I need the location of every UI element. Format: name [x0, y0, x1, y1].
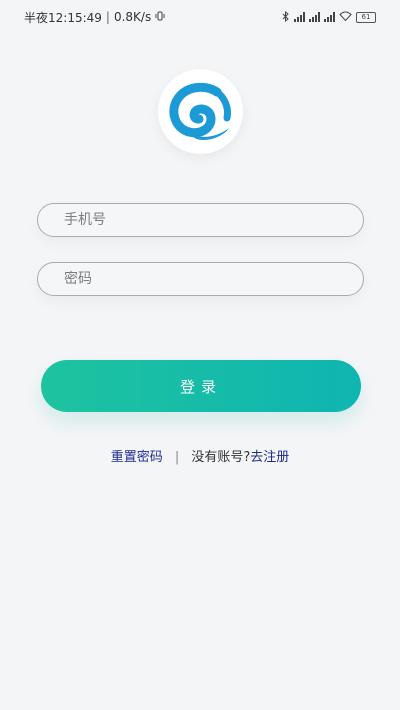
status-time: 半夜12:15:49 — [24, 10, 102, 25]
password-input[interactable] — [38, 263, 363, 295]
vibrate-icon — [155, 11, 165, 23]
no-account-text: 没有账号? — [191, 450, 251, 465]
status-right: 61 — [282, 10, 376, 24]
network-speed: 0.8K/s — [113, 10, 152, 24]
signal-icon — [324, 12, 335, 22]
signal-icon — [309, 12, 320, 22]
phone-field-container — [37, 203, 364, 237]
app-logo — [158, 69, 243, 154]
battery-level: 61 — [361, 13, 371, 21]
login-screen: 半夜12:15:49 | 0.8K/s 61 手机号 登录 重置密码 | 没有账… — [0, 0, 400, 710]
battery-icon: 61 — [356, 11, 376, 23]
reset-password-link[interactable]: 重置密码 — [111, 450, 163, 465]
status-bar: 半夜12:15:49 | 0.8K/s 61 — [0, 0, 400, 34]
password-field-container — [37, 262, 364, 296]
register-link[interactable]: 去注册 — [250, 450, 289, 465]
bluetooth-icon — [282, 10, 290, 24]
signal-icon — [294, 12, 305, 22]
status-left: 半夜12:15:49 | 0.8K/s — [24, 9, 165, 26]
links-separator: | — [174, 450, 180, 465]
wifi-icon — [339, 11, 352, 23]
login-button[interactable]: 登录 — [41, 360, 361, 412]
account-links: 重置密码 | 没有账号?去注册 — [0, 446, 400, 465]
phone-input[interactable] — [38, 204, 363, 236]
status-divider: | — [105, 10, 110, 24]
swirl-logo-icon — [168, 82, 231, 140]
